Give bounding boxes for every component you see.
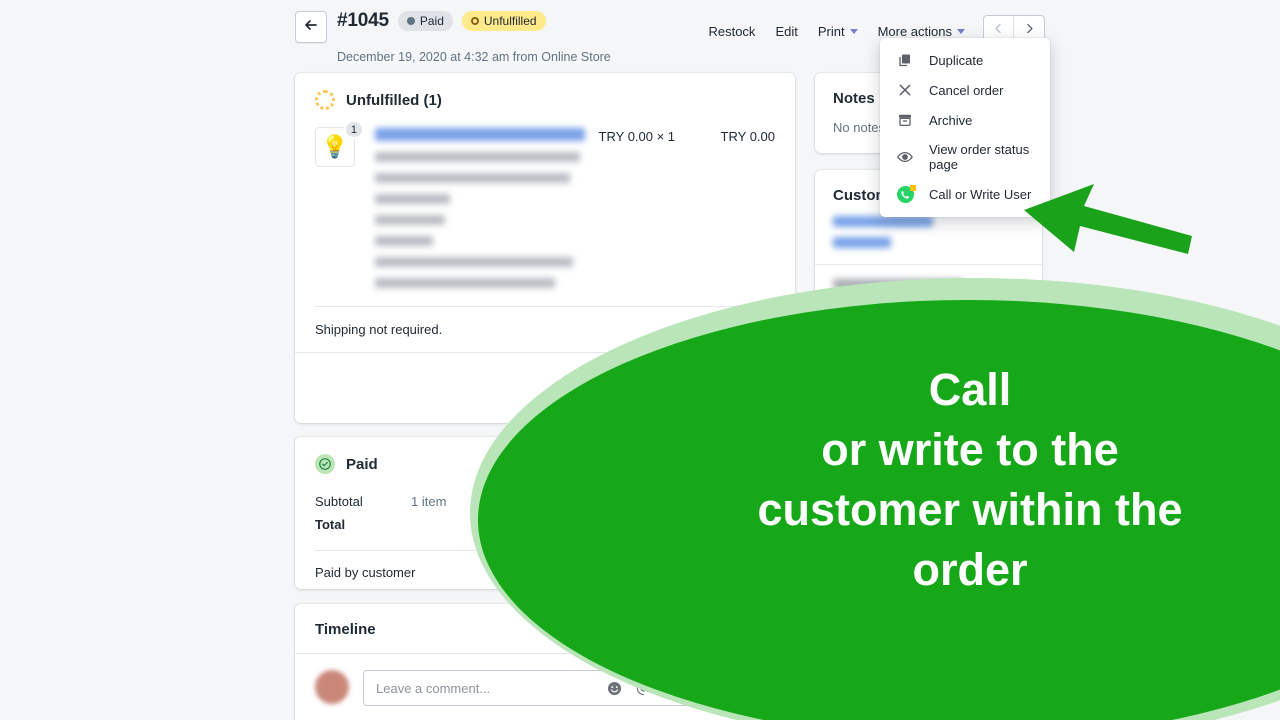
left-arrow-icon <box>1024 184 1192 254</box>
action-label: More actions <box>877 23 952 39</box>
badge-label: Unfulfilled <box>483 14 537 28</box>
row-label: Subtotal <box>315 494 363 509</box>
restock-button[interactable]: Restock <box>698 18 765 45</box>
order-date: December 19, 2020 at 4:32 am from Online… <box>337 50 611 64</box>
chevron-down-icon <box>957 29 965 34</box>
action-label: Edit <box>775 23 798 39</box>
callout-line: or write to the <box>821 424 1119 475</box>
order-detail-page: #1045 Paid Unfulfilled December 19, 2020… <box>0 0 1280 720</box>
menu-item-label: View order status page <box>929 142 1030 172</box>
callout-line: order <box>912 544 1028 595</box>
menu-item-cancel-order[interactable]: Cancel order <box>880 75 1050 105</box>
title-row: #1045 Paid Unfulfilled <box>337 10 546 32</box>
row-label: Total <box>315 517 346 532</box>
status-badge-paid: Paid <box>397 11 453 31</box>
payment-title: Paid <box>346 455 378 473</box>
menu-item-view-order-status-page[interactable]: View order status page <box>880 135 1050 179</box>
status-badge-unfulfilled: Unfulfilled <box>461 11 546 31</box>
line-item-meta-redacted <box>375 173 570 183</box>
ring-icon <box>470 17 479 25</box>
action-label: Print <box>817 23 845 39</box>
line-item-prices: TRY 0.00 × 1 TRY 0.00 <box>599 129 775 144</box>
badge-label: Paid <box>419 14 444 28</box>
menu-item-label: Cancel order <box>929 82 1004 98</box>
customer-orders-count-redacted[interactable] <box>833 237 891 248</box>
fulfillment-card-header: Unfulfilled (1) <box>295 73 795 110</box>
whatsapp-icon <box>896 185 916 203</box>
line-item-meta-redacted <box>375 236 433 246</box>
fulfillment-title: Unfulfilled (1) <box>346 91 442 109</box>
customer-name-redacted[interactable] <box>833 216 933 227</box>
emoji-icon[interactable] <box>607 681 622 696</box>
line-item: 💡 1 TRY 0.00 × 1 TRY 0.00 <box>295 110 795 288</box>
page-title: #1045 <box>337 10 389 31</box>
line-item-meta-redacted <box>375 194 450 204</box>
quantity-badge: 1 <box>343 120 364 139</box>
close-icon <box>896 82 914 98</box>
callout-text: Call or write to the customer within the… <box>620 360 1280 600</box>
line-item-meta-redacted <box>375 152 580 162</box>
menu-item-label: Duplicate <box>929 52 984 68</box>
edit-button[interactable]: Edit <box>765 18 807 45</box>
line-item-meta-redacted <box>375 278 555 288</box>
back-button[interactable] <box>295 11 327 43</box>
avatar <box>315 670 349 704</box>
archive-icon <box>896 112 914 128</box>
chevron-down-icon <box>849 29 858 34</box>
print-button[interactable]: Print <box>808 18 868 45</box>
line-item-thumbnail: 💡 1 <box>315 120 364 167</box>
callout-line: Call <box>928 364 1012 415</box>
line-item-total: TRY 0.00 <box>720 129 775 144</box>
line-item-details <box>375 127 775 288</box>
line-item-meta-redacted <box>375 257 573 267</box>
action-label: Restock <box>708 23 756 39</box>
menu-item-duplicate[interactable]: Duplicate <box>880 45 1050 75</box>
menu-item-label: Archive <box>929 112 973 128</box>
comment-placeholder: Leave a comment... <box>376 680 491 696</box>
unfulfilled-icon <box>315 90 335 110</box>
callout-line: customer within the <box>757 484 1183 535</box>
paid-check-icon <box>315 454 335 474</box>
callout-arrow <box>1022 176 1194 262</box>
line-item-unit-price: TRY 0.00 × 1 <box>598 129 676 144</box>
menu-item-label: Call or Write User <box>929 187 1032 202</box>
duplicate-icon <box>896 52 914 68</box>
line-item-title-redacted[interactable] <box>375 128 585 141</box>
menu-item-archive[interactable]: Archive <box>880 105 1050 135</box>
line-item-meta-redacted <box>375 215 445 225</box>
dot-icon <box>406 17 415 25</box>
arrow-left-icon <box>303 17 319 38</box>
eye-icon <box>896 149 914 165</box>
timeline-title: Timeline <box>315 621 376 638</box>
